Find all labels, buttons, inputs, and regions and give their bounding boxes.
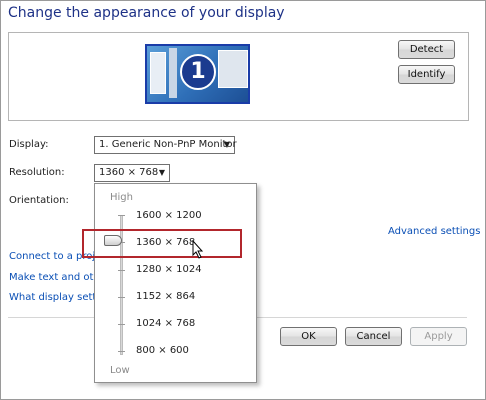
resolution-option[interactable]: 1024 × 768 xyxy=(136,318,195,329)
orientation-label: Orientation: xyxy=(9,195,69,206)
resolution-select-value: 1360 × 768 xyxy=(99,167,159,178)
resolution-label: Resolution: xyxy=(9,167,65,178)
slider-tick xyxy=(118,351,125,352)
high-label: High xyxy=(110,192,133,203)
resolution-option[interactable]: 800 × 600 xyxy=(136,345,189,356)
display-select[interactable]: 1. Generic Non-PnP Monitor ▼ xyxy=(94,136,237,154)
slider-tick xyxy=(118,324,125,325)
slider-tick xyxy=(118,215,125,216)
chevron-down-icon: ▼ xyxy=(223,140,230,149)
selection-highlight-box xyxy=(82,229,242,258)
apply-button: Apply xyxy=(410,327,467,346)
monitor-number: 1 xyxy=(180,54,216,90)
page-title: Change the appearance of your display xyxy=(8,5,285,21)
resolution-select[interactable]: 1360 × 768 ▼ xyxy=(94,164,170,182)
cancel-button[interactable]: Cancel xyxy=(345,327,402,346)
desktop-window xyxy=(218,50,248,88)
display-label: Display: xyxy=(9,139,49,150)
slider-tick xyxy=(118,270,125,271)
low-label: Low xyxy=(110,365,130,376)
monitor-1[interactable]: 1 xyxy=(145,44,250,104)
display-select-value: 1. Generic Non-PnP Monitor xyxy=(99,139,237,150)
advanced-settings-link[interactable]: Advanced settings xyxy=(388,226,480,237)
mouse-pointer-icon xyxy=(192,240,204,259)
chevron-down-icon: ▼ xyxy=(158,168,165,177)
detect-button[interactable]: Detect xyxy=(398,40,455,59)
desktop-window xyxy=(169,48,177,98)
resolution-option[interactable]: 1600 × 1200 xyxy=(136,210,202,221)
slider-tick xyxy=(118,297,125,298)
ok-button[interactable]: OK xyxy=(280,327,337,346)
resolution-option[interactable]: 1280 × 1024 xyxy=(136,264,202,275)
resolution-option[interactable]: 1152 × 864 xyxy=(136,291,195,302)
identify-button[interactable]: Identify xyxy=(398,65,455,84)
desktop-gadget xyxy=(150,52,166,94)
